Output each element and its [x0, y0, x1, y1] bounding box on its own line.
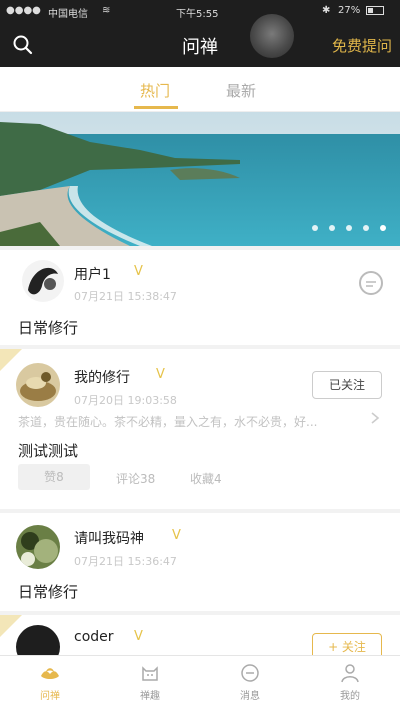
- post-author[interactable]: 请叫我码神: [74, 528, 144, 548]
- tabbar-label: 消息: [240, 691, 260, 702]
- avatar[interactable]: [16, 525, 60, 569]
- carousel-dot[interactable]: [329, 225, 335, 231]
- battery-percent: 27%: [338, 5, 361, 16]
- tabbar-item-chanqu[interactable]: 禅趣: [100, 656, 200, 704]
- post-author[interactable]: 用户1: [74, 264, 111, 284]
- post-time: 07月21日 15:36:47: [74, 555, 177, 568]
- tab-latest[interactable]: 最新: [226, 80, 256, 101]
- tabbar-item-wenchan[interactable]: 问禅: [0, 656, 100, 704]
- floating-avatar[interactable]: [250, 14, 294, 58]
- bottom-tab-bar: 问禅 禅趣 消息 我的: [0, 655, 400, 704]
- avatar-image: [28, 267, 58, 295]
- signal-dots: ●●●●: [6, 5, 41, 16]
- post-text: 测试测试: [18, 442, 79, 460]
- carousel-dot-active[interactable]: [380, 225, 386, 231]
- post-card[interactable]: 我的修行 V 07月20日 19:03:58 已关注 茶道，贵在随心。茶不必精，…: [0, 349, 400, 509]
- feed-tabs: 热门 最新: [0, 67, 400, 112]
- carousel-dot[interactable]: [363, 225, 369, 231]
- status-time: 下午5:55: [176, 9, 219, 20]
- avatar-image: [21, 532, 58, 566]
- avatar-image: [20, 372, 56, 401]
- chevron-right-icon[interactable]: [368, 411, 382, 425]
- battery-icon: [366, 6, 384, 15]
- tabbar-label: 我的: [340, 691, 360, 702]
- comment-count-button[interactable]: 评论38: [116, 470, 155, 487]
- post-card[interactable]: 用户1 V 07月21日 15:38:47 日常修行: [0, 250, 400, 345]
- carousel-dot[interactable]: [312, 225, 318, 231]
- like-button[interactable]: 赞8: [18, 464, 90, 490]
- comment-bubble-icon[interactable]: [358, 270, 384, 296]
- vip-badge: V: [156, 367, 165, 382]
- corner-ribbon: [0, 349, 22, 371]
- wifi-icon: ≋: [102, 5, 111, 16]
- vip-badge: V: [134, 629, 143, 644]
- post-author[interactable]: 我的修行: [74, 367, 130, 387]
- free-ask-button[interactable]: 免费提问: [332, 35, 392, 56]
- favorite-count-button[interactable]: 收藏4: [190, 470, 222, 487]
- post-time: 07月20日 19:03:58: [74, 394, 177, 407]
- post-time: 07月21日 15:38:47: [74, 290, 177, 303]
- avatar[interactable]: [22, 260, 64, 302]
- post-text: 日常修行: [18, 319, 79, 337]
- bluetooth-icon: ✱: [322, 5, 331, 16]
- carrier-label: 中国电信: [48, 9, 88, 20]
- followed-button[interactable]: 已关注: [312, 371, 382, 399]
- corner-ribbon: [0, 615, 22, 637]
- vip-badge: V: [134, 264, 143, 279]
- chat-icon: [241, 664, 259, 682]
- tabbar-item-messages[interactable]: 消息: [200, 656, 300, 704]
- tabbar-label: 禅趣: [140, 691, 160, 702]
- nav-bar: 问禅 免费提问: [0, 14, 400, 67]
- vip-badge: V: [172, 528, 181, 543]
- post-excerpt: 茶道，贵在随心。茶不必精，量入之有，水不必贵，好...: [18, 415, 318, 429]
- cat-icon: [142, 666, 158, 681]
- active-tab-indicator: [134, 106, 178, 109]
- post-text: 日常修行: [18, 583, 79, 601]
- post-card[interactable]: coder V + 关注: [0, 615, 400, 669]
- status-bar: ●●●● 中国电信 ≋ 下午5:55 ✱ 27%: [0, 0, 400, 22]
- banner-carousel[interactable]: [0, 112, 400, 246]
- post-author[interactable]: coder: [74, 629, 114, 645]
- person-icon: [341, 664, 359, 683]
- avatar[interactable]: [16, 363, 60, 407]
- banner-image: [0, 112, 400, 246]
- tabbar-label: 问禅: [40, 691, 60, 702]
- lotus-icon: [41, 668, 59, 679]
- post-card[interactable]: 请叫我码神 V 07月21日 15:36:47 日常修行: [0, 513, 400, 611]
- tabbar-item-mine[interactable]: 我的: [300, 656, 400, 704]
- carousel-dot[interactable]: [346, 225, 352, 231]
- tab-hot[interactable]: 热门: [140, 80, 170, 101]
